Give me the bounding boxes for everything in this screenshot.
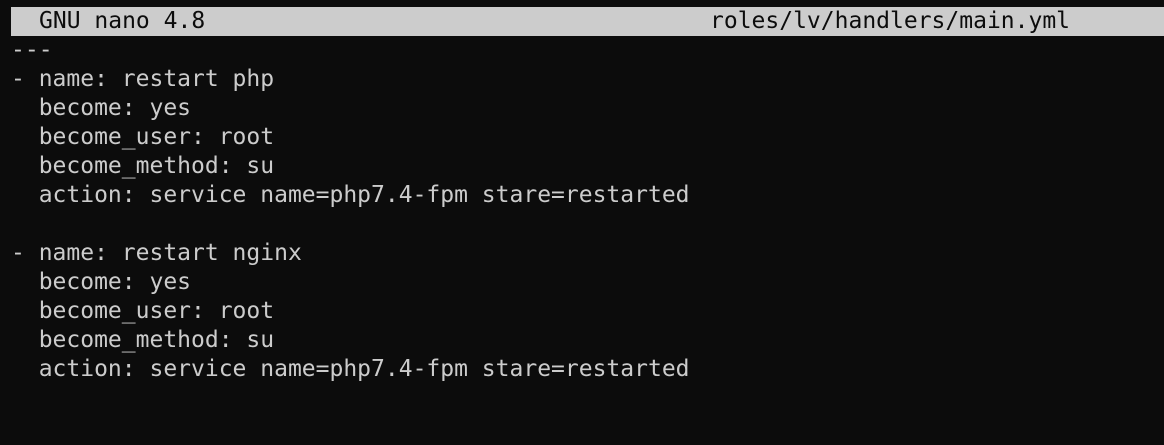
editor-line-12[interactable]: action: service name=php7.4-fpm stare=re… bbox=[11, 355, 1164, 384]
editor-line-9[interactable]: become: yes bbox=[11, 268, 1164, 297]
editor-line-6[interactable]: action: service name=php7.4-fpm stare=re… bbox=[11, 181, 1164, 210]
editor-line-8[interactable]: - name: restart nginx bbox=[11, 239, 1164, 268]
editor-line-4[interactable]: become_user: root bbox=[11, 123, 1164, 152]
editor-line-10[interactable]: become_user: root bbox=[11, 297, 1164, 326]
nano-title-bar: GNU nano 4.8 roles/lv/handlers/main.yml bbox=[11, 7, 1164, 36]
editor-line-11[interactable]: become_method: su bbox=[11, 326, 1164, 355]
editor-line-5[interactable]: become_method: su bbox=[11, 152, 1164, 181]
editor-line-3[interactable]: become: yes bbox=[11, 94, 1164, 123]
editor-line-7[interactable] bbox=[11, 210, 1164, 239]
text-editor-area[interactable]: --- - name: restart php become: yes beco… bbox=[11, 36, 1164, 384]
nano-terminal-window[interactable]: GNU nano 4.8 roles/lv/handlers/main.yml … bbox=[0, 0, 1164, 445]
editor-line-1[interactable]: --- bbox=[11, 36, 1164, 65]
editor-line-2[interactable]: - name: restart php bbox=[11, 65, 1164, 94]
file-name-label: roles/lv/handlers/main.yml bbox=[710, 8, 1071, 34]
editor-version-label: GNU nano 4.8 bbox=[39, 8, 206, 34]
